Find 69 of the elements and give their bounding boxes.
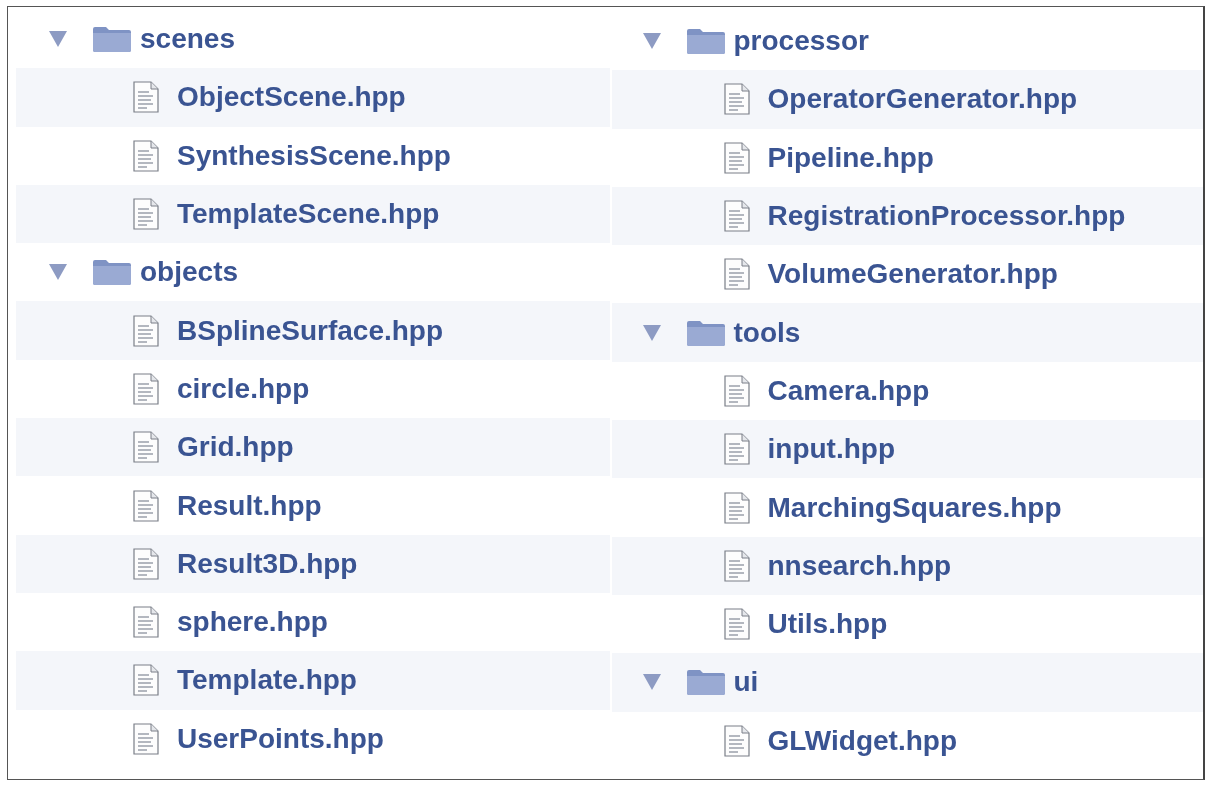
tree-row[interactable]: Result3D.hpp — [16, 534, 610, 593]
file-icon — [133, 431, 159, 464]
tree-row[interactable]: nnsearch.hpp — [611, 536, 1203, 595]
file-icon — [723, 200, 750, 233]
file-icon — [723, 433, 750, 466]
file-name: BSplineSurface.hpp — [177, 314, 444, 347]
file-name: ObjectScene.hpp — [177, 81, 406, 114]
file-icon — [133, 372, 159, 405]
tree-row[interactable]: BSplineSurface.hpp — [16, 301, 610, 360]
file-icon — [723, 374, 750, 407]
file-name: Result3D.hpp — [177, 547, 358, 580]
file-icon — [723, 608, 750, 641]
file-name: SynthesisScene.hpp — [177, 139, 451, 172]
file-name: OperatorGenerator.hpp — [767, 83, 1078, 116]
disclosure-triangle-icon[interactable] — [48, 263, 68, 282]
file-name: RegistrationProcessor.hpp — [767, 200, 1126, 233]
file-name: Camera.hpp — [767, 374, 930, 407]
file-icon — [133, 606, 159, 639]
folder-name: tools — [733, 316, 801, 349]
file-name: circle.hpp — [177, 372, 310, 405]
file-name: Result.hpp — [177, 489, 322, 522]
tree-row[interactable]: ObjectScene.hpp — [16, 68, 610, 127]
tree-row[interactable]: input.hpp — [611, 420, 1203, 479]
file-icon — [723, 258, 750, 291]
tree-row[interactable]: Grid.hpp — [16, 418, 610, 477]
file-name: sphere.hpp — [177, 606, 328, 639]
folder-name: objects — [140, 256, 239, 289]
file-name: UserPoints.hpp — [177, 722, 384, 755]
file-icon — [133, 81, 159, 114]
file-icon — [723, 549, 750, 582]
file-icon — [133, 314, 159, 347]
file-icon — [133, 489, 159, 522]
file-icon — [133, 664, 159, 697]
file-icon — [133, 547, 159, 580]
file-icon — [723, 724, 750, 757]
folder-icon — [685, 318, 726, 347]
file-icon — [723, 491, 750, 524]
file-name: VolumeGenerator.hpp — [767, 258, 1058, 291]
folder-icon — [685, 27, 726, 56]
folder-name: scenes — [140, 23, 235, 56]
file-name: Template.hpp — [177, 664, 357, 697]
file-name: Utils.hpp — [767, 608, 888, 641]
disclosure-triangle-icon[interactable] — [641, 32, 662, 51]
tree-row[interactable]: TemplateScene.hpp — [16, 184, 610, 244]
disclosure-triangle-icon[interactable] — [48, 30, 68, 49]
file-name: Pipeline.hpp — [767, 141, 934, 174]
file-name: TemplateScene.hpp — [177, 198, 440, 231]
folder-name: processor — [733, 25, 869, 58]
file-name: input.hpp — [767, 433, 895, 466]
file-name: nnsearch.hpp — [767, 549, 952, 582]
folder-icon — [92, 258, 132, 287]
file-icon — [723, 141, 750, 174]
tree-row[interactable]: Template.hpp — [16, 651, 610, 710]
file-icon — [133, 722, 159, 755]
folder-icon — [92, 25, 132, 54]
tree-row[interactable]: OperatorGenerator.hpp — [611, 70, 1203, 129]
file-icon — [133, 139, 159, 172]
disclosure-triangle-icon[interactable] — [641, 673, 662, 692]
tree-row[interactable]: RegistrationProcessor.hpp — [611, 186, 1203, 246]
folder-name: ui — [733, 666, 759, 699]
file-name: GLWidget.hpp — [767, 724, 957, 757]
disclosure-triangle-icon[interactable] — [641, 323, 662, 342]
file-icon — [723, 83, 750, 116]
tree-row[interactable]: ui — [611, 653, 1203, 712]
folder-icon — [685, 668, 726, 697]
file-name: MarchingSquares.hpp — [767, 491, 1062, 524]
tree-row[interactable]: tools — [611, 303, 1203, 362]
file-name: Grid.hpp — [177, 431, 294, 464]
file-icon — [133, 198, 159, 231]
